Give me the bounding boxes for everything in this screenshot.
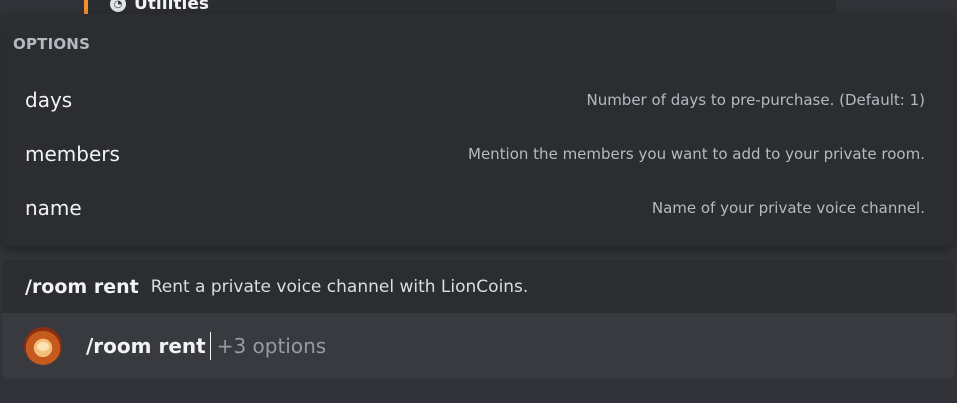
- option-description: Name of your private voice channel.: [651, 199, 925, 217]
- options-popup: OPTIONS days Number of days to pre-purch…: [2, 14, 955, 246]
- command-description: Rent a private voice channel with LionCo…: [150, 276, 529, 297]
- lion-avatar-icon: [24, 327, 62, 365]
- message-input-bar[interactable]: /room rent +3 options: [2, 313, 955, 379]
- gauge-icon: ◔: [110, 0, 126, 12]
- options-heading: OPTIONS: [13, 35, 91, 53]
- option-description: Mention the members you want to add to y…: [468, 145, 925, 163]
- input-command-text: /room rent: [86, 334, 206, 358]
- option-description: Number of days to pre-purchase. (Default…: [586, 91, 925, 109]
- command-info-bar: /room rent Rent a private voice channel …: [2, 260, 955, 313]
- options-hint: +3 options: [216, 334, 327, 358]
- chat-page: ◔ Utilities OPTIONS days Number of days …: [0, 0, 957, 403]
- option-name[interactable]: name Name of your private voice channel.: [2, 184, 955, 232]
- message-input[interactable]: /room rent +3 options: [86, 332, 326, 360]
- bottom-strip: [0, 379, 957, 403]
- option-members[interactable]: members Mention the members you want to …: [2, 130, 955, 178]
- text-caret: [209, 332, 211, 360]
- option-name: name: [25, 196, 82, 220]
- category-accent-bar: [84, 0, 88, 14]
- option-days[interactable]: days Number of days to pre-purchase. (De…: [2, 76, 955, 124]
- command-name: /room rent: [25, 275, 139, 298]
- option-name: days: [25, 88, 73, 112]
- option-name: members: [25, 142, 120, 166]
- category-label: Utilities: [134, 0, 210, 14]
- command-category-header[interactable]: ◔ Utilities: [84, 0, 836, 14]
